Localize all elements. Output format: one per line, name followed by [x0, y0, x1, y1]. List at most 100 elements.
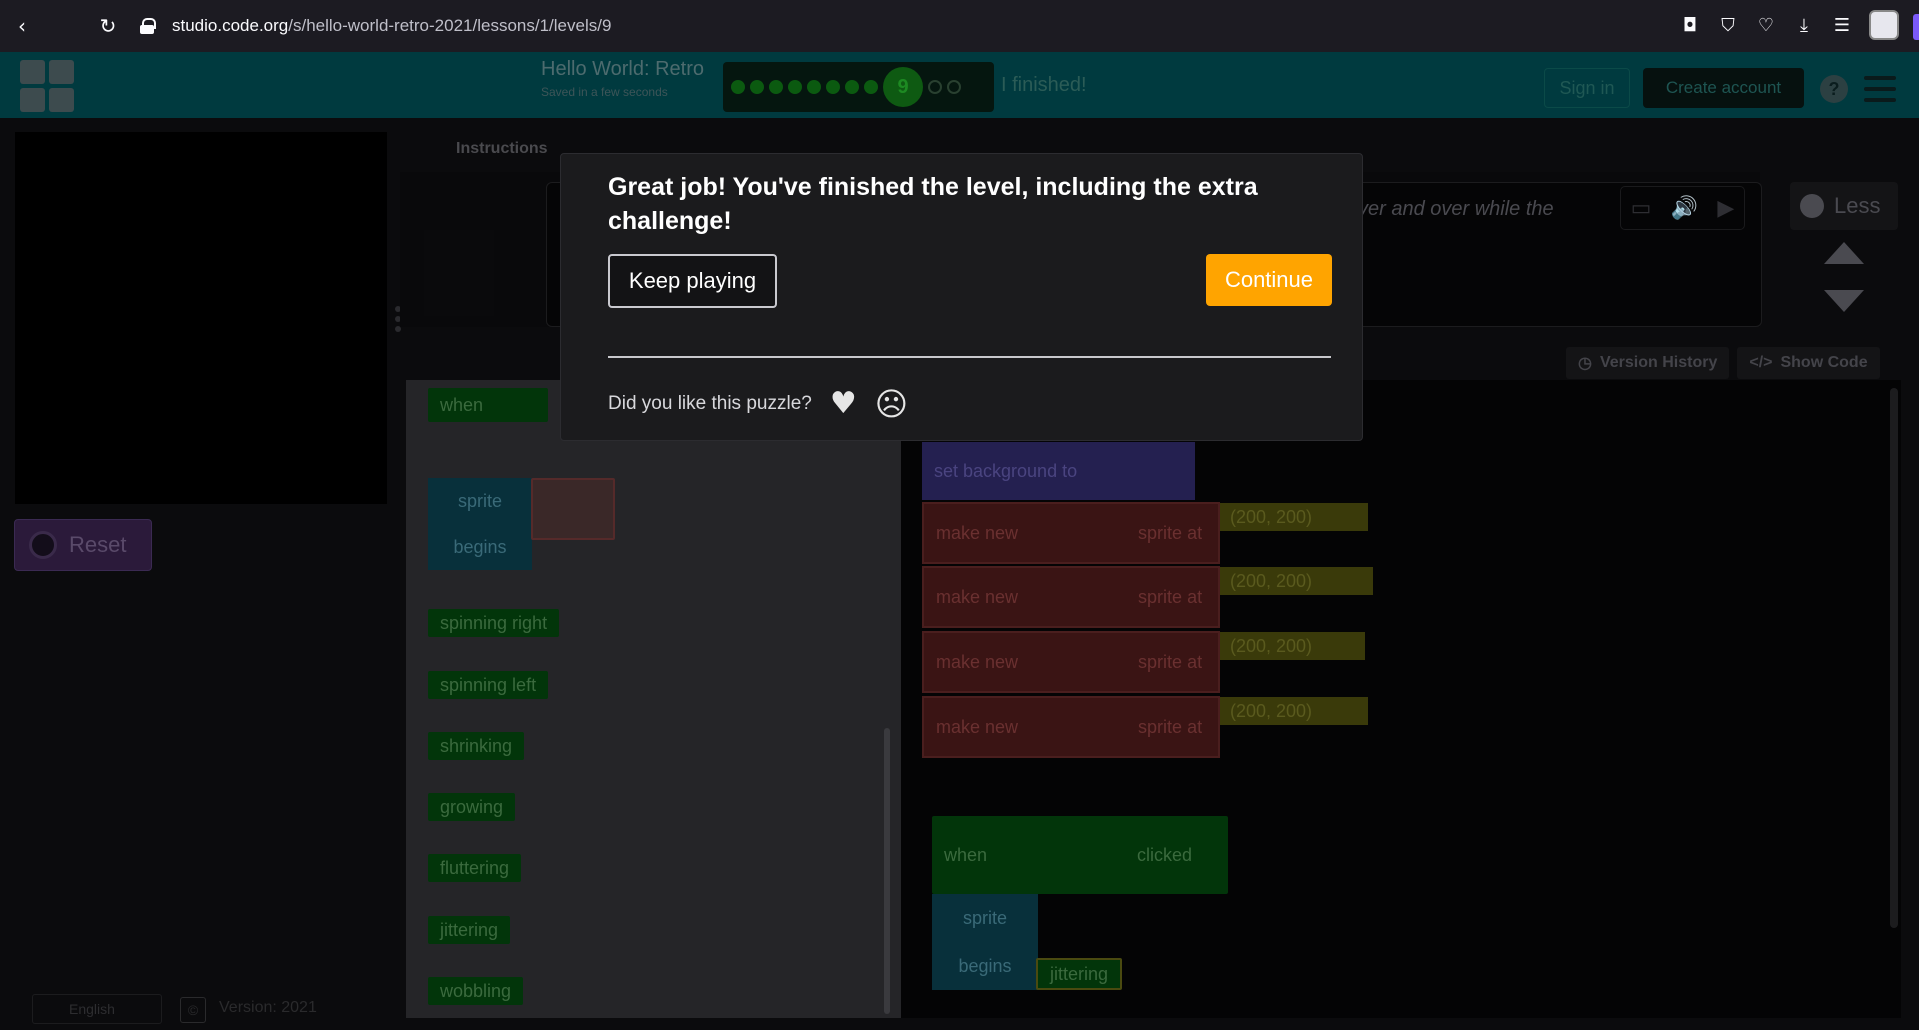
when-block[interactable]: when	[428, 388, 548, 422]
back-button[interactable]: ‹	[4, 8, 40, 44]
sad-face-icon[interactable]: ☹	[875, 388, 908, 420]
dialog-divider	[608, 356, 1331, 358]
behavior-block[interactable]: shrinking	[428, 732, 525, 760]
sprite-at-label: sprite at	[1138, 716, 1203, 737]
when-label: when	[440, 394, 484, 415]
when-label: when	[944, 844, 988, 865]
finished-link[interactable]: I finished!	[1001, 74, 1087, 97]
lock-icon	[140, 18, 156, 34]
level-dot[interactable]	[788, 80, 802, 94]
code-icon: </>	[1749, 354, 1773, 371]
level-dot[interactable]	[769, 80, 783, 94]
level-dot[interactable]	[807, 80, 821, 94]
reset-label: Reset	[69, 532, 127, 557]
sign-in-button[interactable]: Sign in	[1544, 68, 1630, 108]
behavior-block[interactable]: fluttering	[428, 854, 522, 882]
language-select[interactable]: English	[32, 994, 162, 1024]
feedback-question: Did you like this puzzle?	[608, 393, 812, 414]
copyright-button[interactable]: ©	[180, 997, 206, 1023]
help-icon[interactable]: ?	[1820, 75, 1848, 103]
version-history-button[interactable]: ◷ Version History	[1566, 347, 1730, 379]
version-history-label: Version History	[1599, 354, 1718, 371]
sprite-picker[interactable]	[531, 478, 615, 540]
location-block[interactable]: (200, 200)	[1220, 503, 1368, 531]
sidebar-tab[interactable]	[1913, 14, 1919, 40]
translate-icon[interactable]: ▭	[1631, 196, 1652, 221]
reset-icon	[29, 531, 57, 559]
instructions-text: ver and over while the	[1358, 198, 1554, 220]
location-block[interactable]: (200, 200)	[1220, 632, 1365, 660]
download-icon[interactable]: ⤓	[1793, 14, 1815, 36]
set-background-label: set background to	[934, 460, 1078, 481]
behavior-block[interactable]: spinning right	[428, 609, 560, 637]
version-label: Version: 2021	[219, 999, 317, 1016]
sprite-begins-block[interactable]: sprite begins	[932, 894, 1038, 990]
heart-icon[interactable]: ♥	[830, 389, 857, 419]
level-dot[interactable]	[845, 80, 859, 94]
character-avatar	[424, 230, 494, 316]
reload-button[interactable]: ↻	[90, 8, 126, 44]
tab-instructions[interactable]: Instructions	[456, 140, 548, 158]
level-title: Hello World: Retro	[541, 58, 705, 80]
feedback-row: Did you like this puzzle? ♥ ☹	[608, 388, 908, 420]
code-org-logo[interactable]	[20, 60, 74, 112]
heart-icon[interactable]: ♡	[1755, 14, 1777, 36]
make-new-label: make new	[936, 716, 1019, 737]
location-block[interactable]: (200, 200)	[1220, 567, 1373, 595]
set-background-block[interactable]: set background to	[922, 442, 1195, 500]
make-new-label: make new	[936, 586, 1019, 607]
play-icon[interactable]: ▶	[1717, 196, 1734, 221]
behavior-block[interactable]: wobbling	[428, 977, 524, 1005]
level-dot[interactable]	[947, 80, 961, 94]
continue-button[interactable]: Continue	[1206, 254, 1332, 306]
editor-toolbar: ◷ Version History </> Show Code	[1566, 347, 1880, 379]
level-progress: 9	[723, 62, 994, 112]
jittering-block[interactable]: jittering	[1036, 958, 1123, 990]
sprite-label: sprite	[962, 907, 1007, 928]
scroll-down-icon[interactable]	[1824, 290, 1864, 312]
make-sprite-block[interactable]: make new sprite at	[922, 631, 1220, 693]
reset-button[interactable]: Reset	[14, 519, 152, 571]
level-dot[interactable]	[826, 80, 840, 94]
level-title-block: Hello World: Retro Saved in a few second…	[541, 58, 704, 99]
hamburger-menu-icon[interactable]	[1864, 76, 1896, 102]
scroll-up-icon[interactable]	[1824, 242, 1864, 264]
create-account-button[interactable]: Create account	[1643, 68, 1804, 108]
current-level-dot[interactable]: 9	[883, 67, 923, 107]
profile-avatar[interactable]	[1869, 10, 1899, 40]
level-dot[interactable]	[864, 80, 878, 94]
audio-controls: ▭ 🔊 ▶	[1620, 186, 1745, 230]
shield-icon[interactable]: ⛉	[1717, 14, 1739, 36]
sprite-at-label: sprite at	[1138, 586, 1203, 607]
location-block[interactable]: (200, 200)	[1220, 697, 1368, 725]
show-code-label: Show Code	[1780, 354, 1868, 371]
toolbox-scrollbar[interactable]	[884, 728, 890, 1014]
keep-playing-button[interactable]: Keep playing	[608, 254, 777, 308]
less-button[interactable]: Less	[1790, 182, 1898, 230]
camera-icon[interactable]: ◘	[1679, 14, 1701, 36]
make-new-label: make new	[936, 651, 1019, 672]
behavior-block[interactable]: jittering	[428, 916, 511, 944]
level-dot[interactable]	[750, 80, 764, 94]
saved-status: Saved in a few seconds	[541, 85, 668, 99]
sprite-begins-block[interactable]: sprite begins	[428, 478, 532, 570]
speaker-icon[interactable]: 🔊	[1671, 196, 1698, 221]
level-dot[interactable]	[928, 80, 942, 94]
url-bar[interactable]: studio.code.org/s/hello-world-retro-2021…	[140, 10, 1640, 42]
dialog-message: Great job! You've finished the level, in…	[608, 173, 1258, 235]
workspace-scrollbar[interactable]	[1890, 388, 1898, 928]
clicked-label: clicked	[1137, 844, 1193, 865]
begins-label: begins	[958, 955, 1012, 976]
level-complete-dialog: Great job! You've finished the level, in…	[560, 153, 1363, 441]
make-sprite-block[interactable]: make new sprite at	[922, 696, 1220, 758]
make-sprite-block[interactable]: make new sprite at	[922, 566, 1220, 628]
game-canvas[interactable]	[15, 132, 387, 504]
level-dot[interactable]	[731, 80, 745, 94]
make-sprite-block[interactable]: make new sprite at	[922, 502, 1220, 564]
when-clicked-block[interactable]: when clicked	[932, 816, 1228, 894]
behavior-block[interactable]: growing	[428, 793, 516, 821]
behavior-block[interactable]: spinning left	[428, 671, 549, 699]
sprite-at-label: sprite at	[1138, 651, 1203, 672]
menu-lines-icon[interactable]: ☰	[1831, 14, 1853, 36]
show-code-button[interactable]: </> Show Code	[1737, 347, 1880, 379]
